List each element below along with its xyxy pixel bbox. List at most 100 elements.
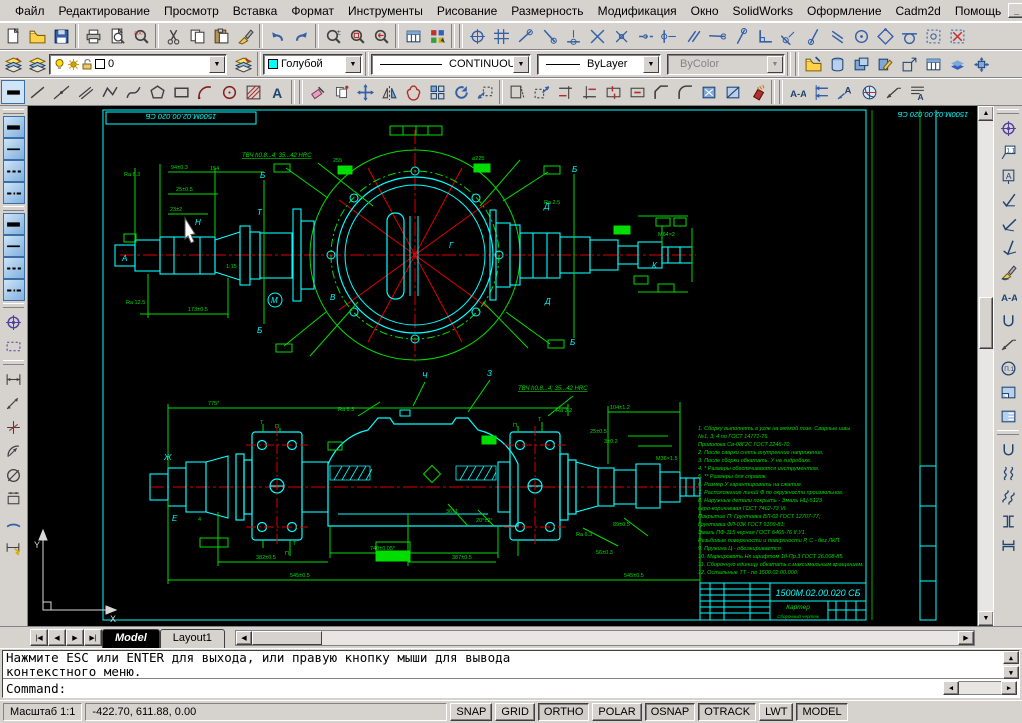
menu-cadm2d[interactable]: Cadm2d xyxy=(889,1,948,21)
zoom-window-button[interactable] xyxy=(345,24,369,48)
tab-layout1[interactable]: Layout1 xyxy=(160,629,225,648)
layer-combo[interactable]: 0 ▼ xyxy=(49,54,227,75)
sketch-button[interactable] xyxy=(1,80,25,104)
seam-cross-button[interactable] xyxy=(996,485,1020,509)
hatch-button[interactable] xyxy=(241,80,265,104)
table-style-button[interactable] xyxy=(921,52,945,76)
cut-button[interactable] xyxy=(161,24,185,48)
scroll-down-button[interactable]: ▼ xyxy=(978,611,994,626)
multiline-button[interactable] xyxy=(73,80,97,104)
zoom-realtime-button[interactable]: ± xyxy=(321,24,345,48)
snap-toggle[interactable]: SNAP xyxy=(450,703,492,721)
scroll-up-button[interactable]: ▲ xyxy=(978,106,994,121)
osnap-nearest-button[interactable] xyxy=(825,24,849,48)
center-mark2-button[interactable] xyxy=(996,116,1020,140)
color-combo[interactable]: Голубой ▼ xyxy=(263,54,363,75)
polar-toggle[interactable]: POLAR xyxy=(592,703,641,721)
polygon-button[interactable] xyxy=(145,80,169,104)
osnap-endpoint-button[interactable] xyxy=(537,24,561,48)
match-properties-button[interactable] xyxy=(233,24,257,48)
osnap-quadrant-button[interactable] xyxy=(681,24,705,48)
drawing-canvas[interactable]: 1500М.02.00.020 СБ 1500М.02.00.020 СБ xyxy=(28,106,977,626)
leader-button[interactable] xyxy=(881,80,905,104)
block-editor-button[interactable] xyxy=(801,52,825,76)
detail-box-button[interactable] xyxy=(2,334,26,358)
osnap-tangent-button[interactable] xyxy=(729,24,753,48)
command-scroll-right[interactable]: ▶ xyxy=(1001,681,1017,695)
copy-object-button[interactable] xyxy=(329,80,353,104)
canvas-hscrollbar[interactable]: ◀ ▶ xyxy=(235,630,975,646)
construction-line-button[interactable] xyxy=(49,80,73,104)
copy-button[interactable] xyxy=(185,24,209,48)
dim-symmetry-button[interactable] xyxy=(2,415,26,439)
menu-insert[interactable]: Вставка xyxy=(226,1,285,21)
revision-cloud-button[interactable] xyxy=(401,80,425,104)
menu-dimension[interactable]: Размерность xyxy=(504,1,590,21)
join-button[interactable] xyxy=(625,80,649,104)
lineweight-combo[interactable]: ByLayer ▼ xyxy=(537,54,661,75)
menu-solidworks[interactable]: SolidWorks xyxy=(726,1,800,21)
tolerance-button[interactable] xyxy=(857,80,881,104)
linetype-dashed-button[interactable] xyxy=(3,160,25,182)
properties-button[interactable] xyxy=(873,52,897,76)
osnap-toggle[interactable]: OSNAP xyxy=(645,703,696,721)
command-vscrollbar[interactable]: ▲ ▼ xyxy=(1003,651,1019,679)
dim-diameter-button[interactable] xyxy=(2,463,26,487)
move-button[interactable] xyxy=(353,80,377,104)
menu-draw[interactable]: Рисование xyxy=(430,1,504,21)
linetype-dashdot-button[interactable] xyxy=(3,182,25,204)
save-button[interactable] xyxy=(49,24,73,48)
hscroll-thumb[interactable] xyxy=(252,631,322,645)
osnap-settings-button[interactable] xyxy=(921,24,945,48)
center-mark-button[interactable] xyxy=(2,310,26,334)
command-scroll-up[interactable]: ▲ xyxy=(1003,651,1019,664)
break-button[interactable] xyxy=(601,80,625,104)
ortho-toggle[interactable]: ORTHO xyxy=(538,703,590,721)
table-button[interactable] xyxy=(401,24,425,48)
lineweight-thin-button[interactable] xyxy=(3,138,25,160)
command-scroll-left[interactable]: ◀ xyxy=(943,681,959,695)
lineweight-thick-button[interactable] xyxy=(3,116,25,138)
osnap-center2-button[interactable] xyxy=(849,24,873,48)
tab-first-button[interactable]: |◀ xyxy=(30,629,48,646)
command-hscrollbar[interactable]: ◀ ▶ xyxy=(943,681,1017,695)
tab-next-button[interactable]: ▶ xyxy=(66,629,84,646)
erase-button[interactable] xyxy=(305,80,329,104)
dim-radius-button[interactable] xyxy=(2,439,26,463)
section-view-button[interactable] xyxy=(996,284,1020,308)
arc-button[interactable] xyxy=(193,80,217,104)
color-tools-button[interactable] xyxy=(425,24,449,48)
surface-finish-removal-button[interactable] xyxy=(996,212,1020,236)
color-combo-arrow[interactable]: ▼ xyxy=(345,56,361,73)
position-circle-button[interactable] xyxy=(996,356,1020,380)
extend-button[interactable] xyxy=(577,80,601,104)
seam-double-button[interactable] xyxy=(996,461,1020,485)
canvas-vscrollbar[interactable]: ▲ ▼ xyxy=(977,106,993,626)
stretch-button[interactable] xyxy=(529,80,553,104)
otrack-toggle[interactable]: OTRACK xyxy=(698,703,756,721)
tab-last-button[interactable]: ▶| xyxy=(84,629,102,646)
osnap-perpendicular-button[interactable] xyxy=(705,24,729,48)
osnap-midpoint-button[interactable] xyxy=(561,24,585,48)
model-toggle[interactable]: MODEL xyxy=(796,703,847,721)
weld-designation-button[interactable] xyxy=(996,260,1020,284)
rotate-button[interactable] xyxy=(449,80,473,104)
osnap-track-point-button[interactable] xyxy=(465,24,489,48)
trim-button[interactable] xyxy=(553,80,577,104)
dim-linear-button[interactable] xyxy=(2,367,26,391)
tab-model[interactable]: Model xyxy=(102,629,160,648)
menu-edit[interactable]: Редактирование xyxy=(52,1,157,21)
seam-bracket2-button[interactable] xyxy=(996,533,1020,557)
region-button[interactable] xyxy=(697,80,721,104)
vscroll-thumb[interactable] xyxy=(979,297,993,349)
layer-thin-button[interactable] xyxy=(3,235,25,257)
print-button[interactable] xyxy=(81,24,105,48)
osnap-quadrant2-button[interactable] xyxy=(873,24,897,48)
menu-view[interactable]: Просмотр xyxy=(157,1,226,21)
osnap-parallel-button[interactable] xyxy=(753,24,777,48)
lwt-toggle[interactable]: LWT xyxy=(759,703,793,721)
osnap-from-button[interactable] xyxy=(513,24,537,48)
new-button[interactable] xyxy=(1,24,25,48)
linetype-combo[interactable]: CONTINUOUS ▼ xyxy=(371,54,531,75)
menu-file[interactable]: Файл xyxy=(8,1,52,21)
